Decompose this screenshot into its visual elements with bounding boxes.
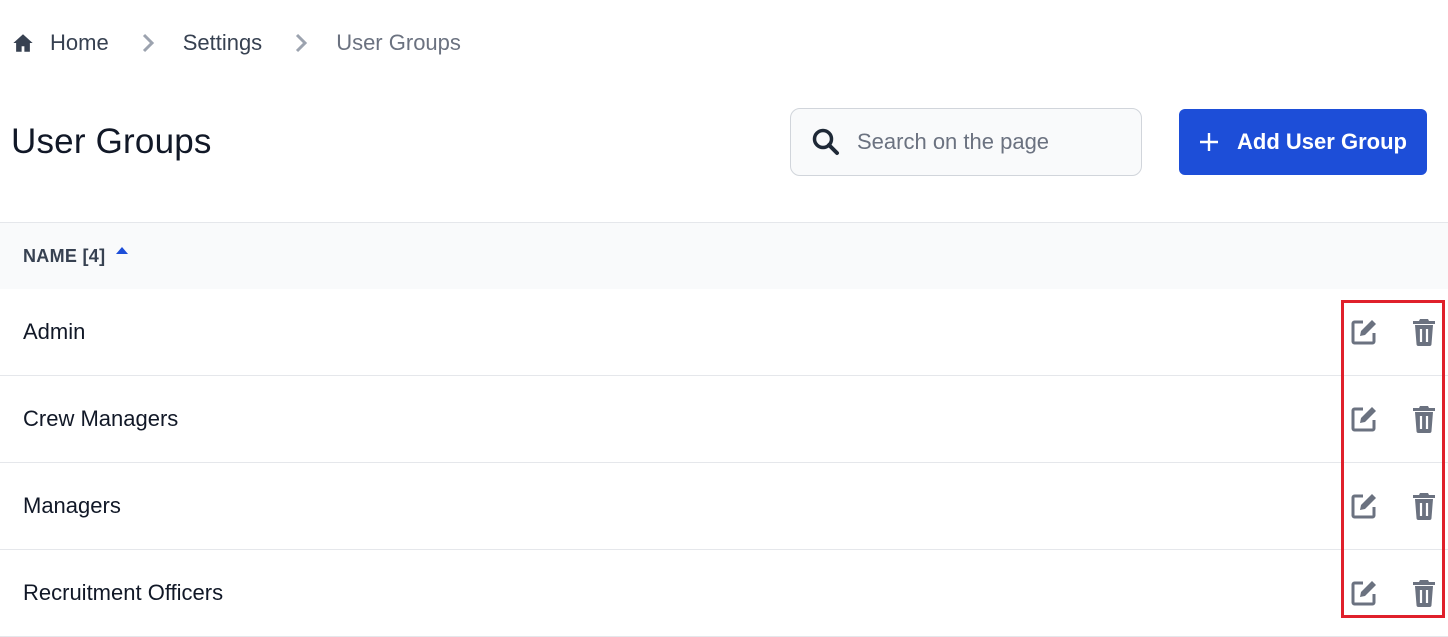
edit-icon[interactable] (1350, 492, 1378, 520)
search-icon (811, 127, 841, 157)
trash-icon[interactable] (1412, 492, 1436, 520)
edit-icon[interactable] (1350, 405, 1378, 433)
home-icon[interactable] (12, 32, 34, 54)
trash-icon[interactable] (1412, 579, 1436, 607)
plus-icon (1199, 132, 1219, 152)
column-header-name[interactable]: NAME [4] (23, 246, 129, 267)
group-name: Recruitment Officers (23, 580, 224, 605)
group-name: Crew Managers (23, 406, 179, 431)
group-name: Managers (23, 493, 121, 518)
sort-asc-icon[interactable] (115, 246, 129, 256)
table-header: NAME [4] (0, 222, 1448, 289)
breadcrumb-current: User Groups (336, 30, 461, 55)
table-row: Recruitment Officers (0, 550, 1448, 637)
search-field[interactable] (790, 108, 1142, 176)
trash-icon[interactable] (1412, 318, 1436, 346)
add-user-group-button[interactable]: Add User Group (1179, 109, 1427, 175)
group-name: Admin (23, 319, 86, 344)
breadcrumb-home[interactable]: Home (50, 30, 109, 56)
breadcrumb: Home Settings User Groups (12, 28, 461, 58)
edit-icon[interactable] (1350, 579, 1378, 607)
column-header-label: NAME [4] (23, 245, 106, 266)
add-user-group-label: Add User Group (1237, 129, 1407, 154)
row-actions (1350, 289, 1436, 375)
user-groups-table: NAME [4] Admin Crew Managers Managers Re… (0, 222, 1448, 637)
table-row: Managers (0, 463, 1448, 550)
table-row: Crew Managers (0, 376, 1448, 463)
chevron-right-icon (294, 32, 308, 54)
page-title: User Groups (11, 122, 212, 161)
breadcrumb-settings[interactable]: Settings (183, 30, 263, 56)
row-actions (1350, 376, 1436, 462)
trash-icon[interactable] (1412, 405, 1436, 433)
search-input[interactable] (857, 129, 1137, 155)
row-actions (1350, 463, 1436, 549)
chevron-right-icon (141, 32, 155, 54)
edit-icon[interactable] (1350, 318, 1378, 346)
table-row: Admin (0, 289, 1448, 376)
row-actions (1350, 550, 1436, 636)
